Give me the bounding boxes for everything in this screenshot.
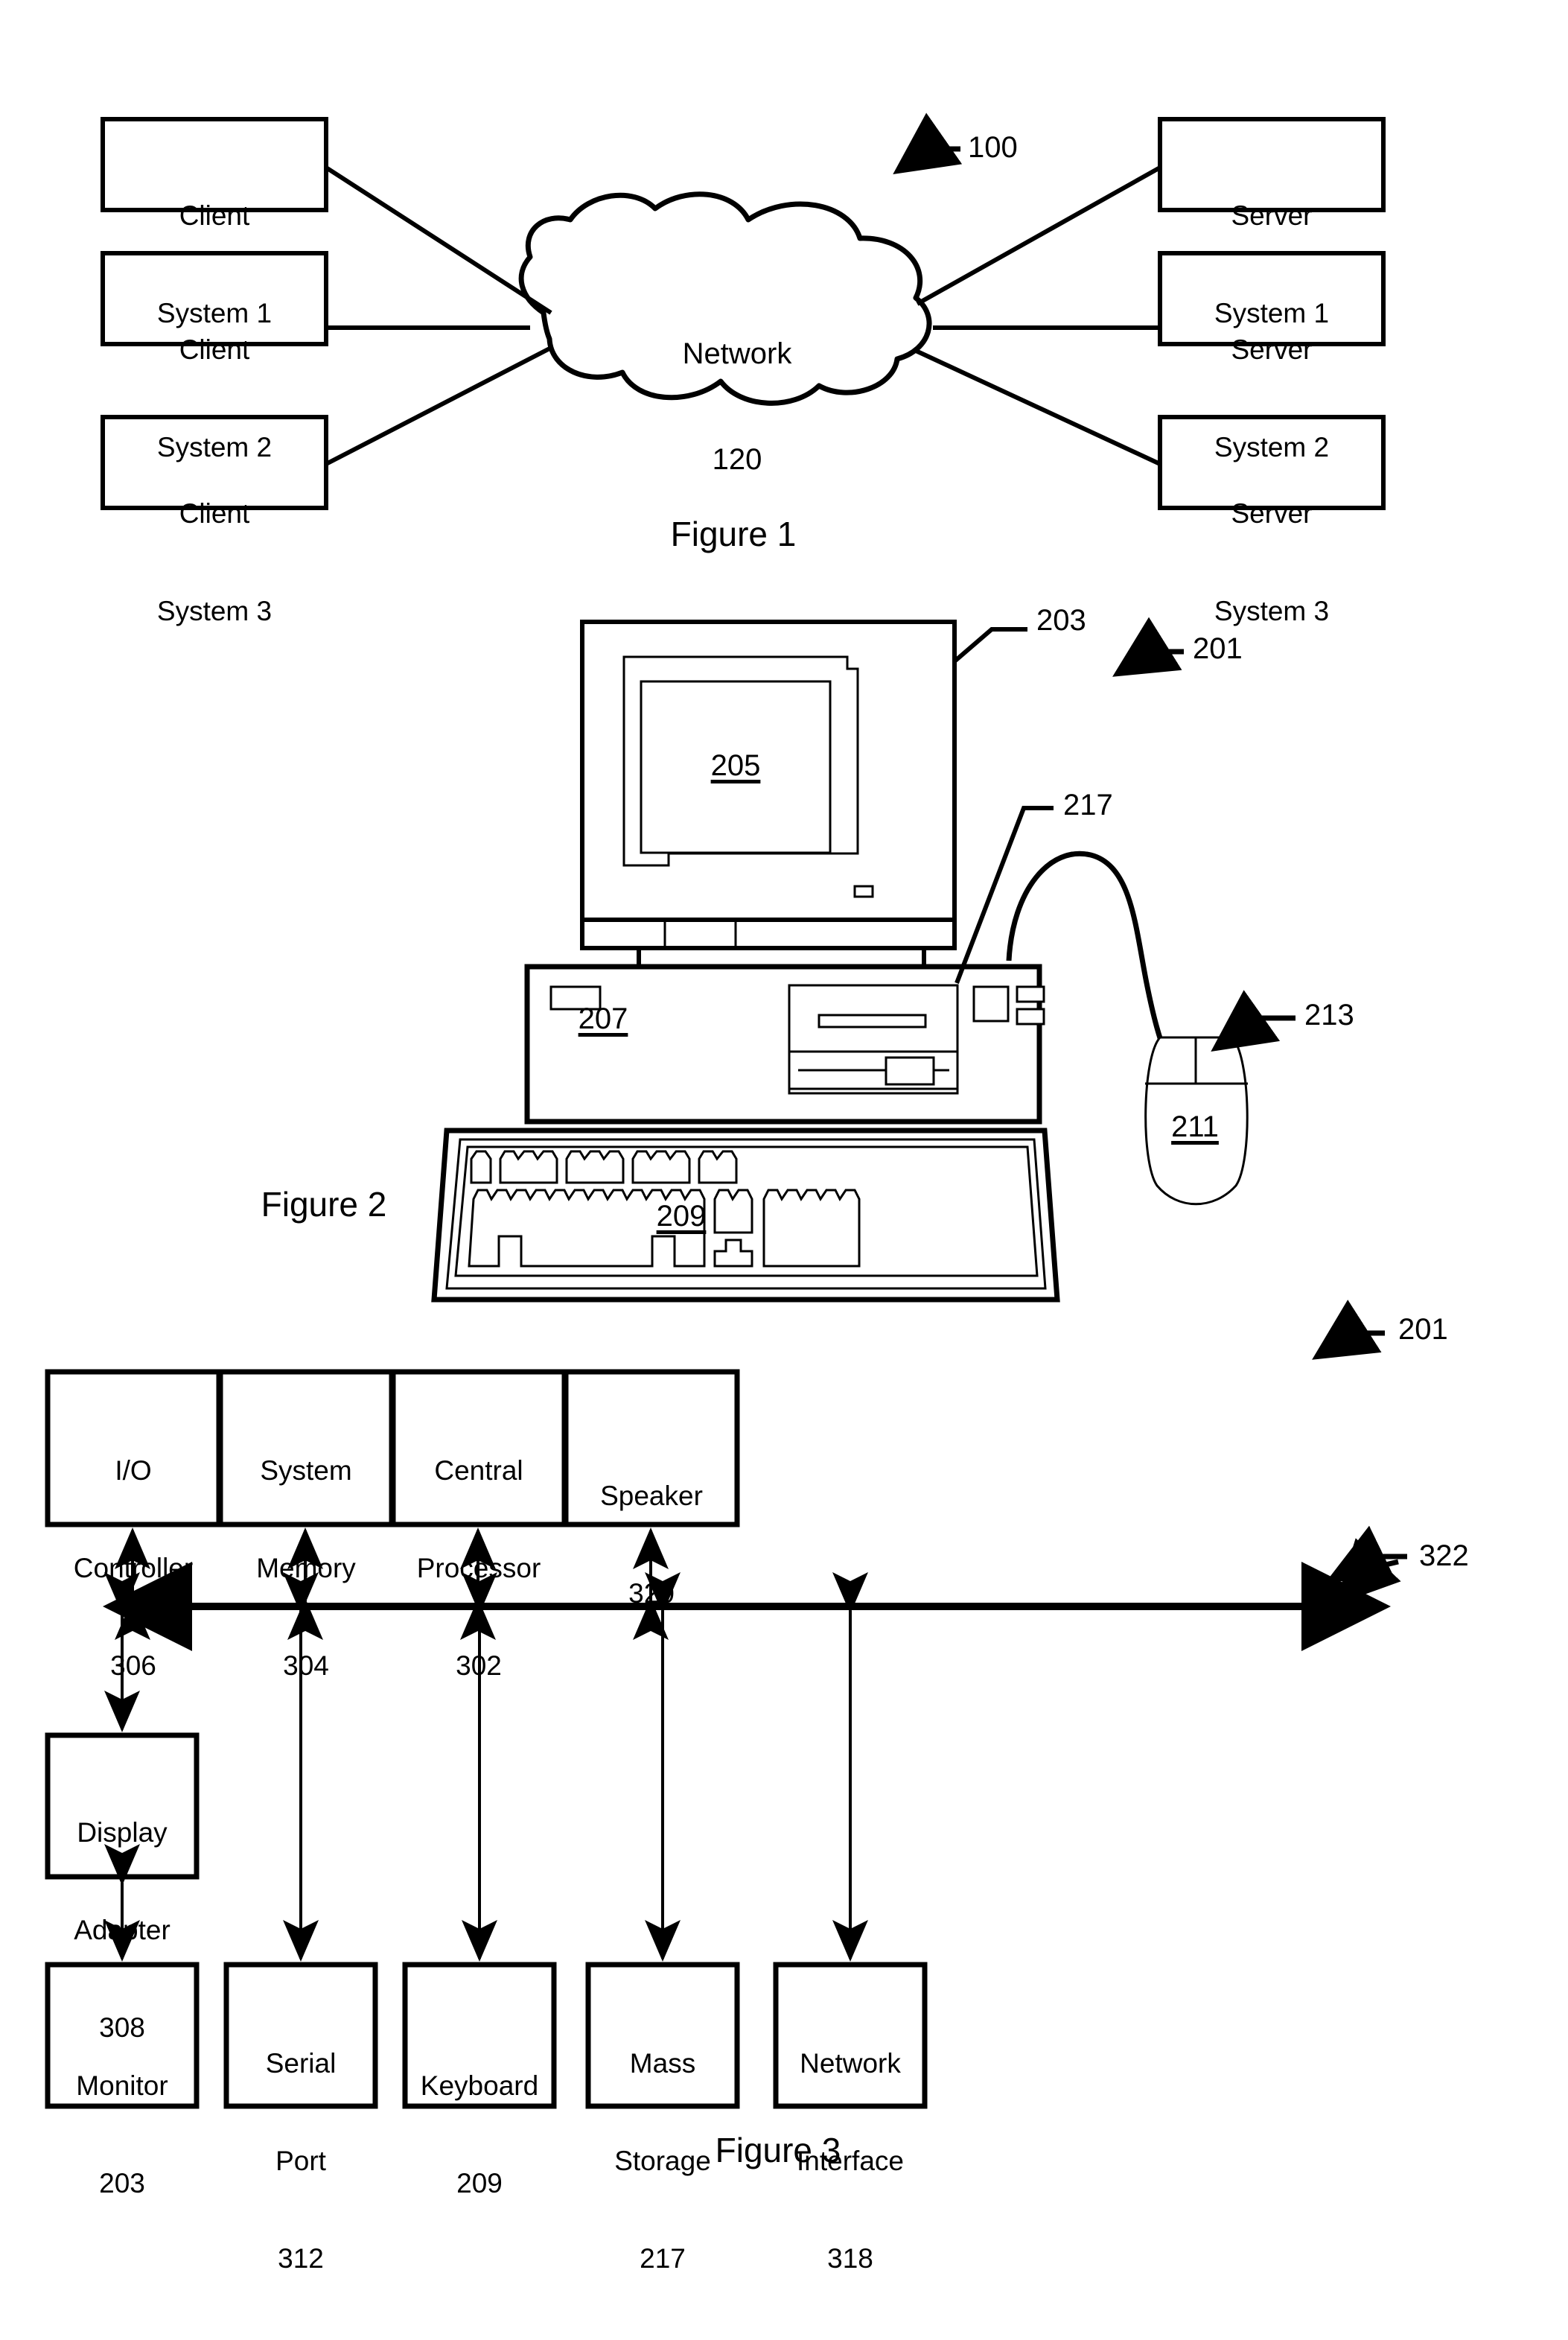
figure2-ref217-leader: [954, 806, 1054, 985]
figure3-system-memory-label: System Memory 304: [256, 1455, 356, 1682]
figure3-central-processor-label: Central Processor 302: [416, 1455, 541, 1682]
figure2-group: [431, 617, 1295, 1303]
figure3-caption: Figure 3: [715, 2131, 841, 2169]
figure2-keyboard-numpad: [762, 1189, 861, 1268]
figure2-caption: Figure 2: [261, 1185, 387, 1224]
figure1-network-label: Network 120: [682, 337, 792, 476]
figure3-monitor-label: Monitor 203: [76, 2070, 168, 2199]
figure1-link-server1: [916, 165, 1161, 306]
figure1-caption: Figure 1: [670, 515, 797, 553]
figure3-serial-port-label: Serial Port 312: [265, 2048, 337, 2274]
figure1-ref100-leader: [893, 112, 963, 175]
figure1-link-client3: [325, 345, 554, 466]
figure3-io-controller-label: I/O Controller 306: [73, 1455, 194, 1682]
figure2-monitor-led: [853, 885, 874, 898]
figure2-chassis-drive-button: [885, 1056, 935, 1086]
figure2-ref203-leader: [953, 627, 1027, 664]
figure2-chassis-button-small-2: [1016, 1008, 1045, 1026]
figure3-ref201-leader: [1312, 1300, 1385, 1360]
figure2-ref-203: 203: [1036, 604, 1086, 637]
figure2-chassis-drive-slot: [818, 1014, 927, 1028]
figure2-chassis: [524, 964, 1042, 1125]
figure3-ref-322: 322: [1419, 1539, 1469, 1572]
figure2-ref-207: 207: [578, 1002, 628, 1035]
figure2-ref-201: 201: [1193, 632, 1243, 665]
figure3-ref-201: 201: [1398, 1313, 1448, 1346]
figure1-link-client1: [325, 165, 552, 315]
figure1-client-3-label: Client System 3: [156, 498, 273, 627]
figure1-link-server3: [913, 348, 1161, 466]
figure2-ref-211: 211: [1171, 1110, 1219, 1143]
figure2-chassis-button-large: [972, 985, 1010, 1023]
figure2-chassis-button-small-1: [1016, 985, 1045, 1003]
patent-drawing-sheet: Client System 1 Client System 2 Client S…: [0, 0, 1568, 2274]
figure2-ref-217: 217: [1063, 789, 1113, 821]
figure2-ref-213: 213: [1304, 999, 1354, 1031]
figure2-ref-205: 205: [710, 749, 761, 782]
figure2-ref-209: 209: [656, 1200, 707, 1233]
figure3-ref322-leader-2: [1335, 1538, 1401, 1606]
figure3-keyboard-label: Keyboard 209: [420, 2070, 539, 2199]
figure1-ref-100: 100: [968, 131, 1018, 164]
figure3-speaker-label: Speaker 320: [600, 1481, 703, 1609]
figure2-monitor-base-strip: [580, 918, 957, 950]
